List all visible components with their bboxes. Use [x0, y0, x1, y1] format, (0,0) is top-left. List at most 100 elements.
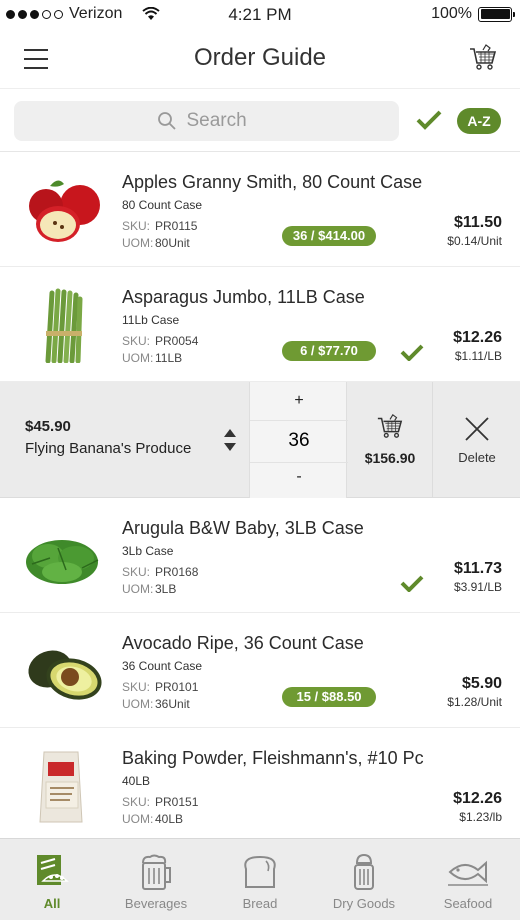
search-bar[interactable]	[14, 101, 399, 141]
item-pack-size: 40LB	[122, 774, 151, 788]
item-unit-price: $3.91/LB	[453, 580, 502, 594]
quantity-stepper: + -	[249, 382, 348, 498]
sku-label: SKU:	[122, 795, 151, 809]
stepper-divider	[250, 420, 348, 421]
item-uom: UOM: 40LB	[122, 812, 183, 826]
avocado-thumbnail	[28, 650, 102, 700]
cart-total: $156.90	[364, 450, 416, 466]
item-pack-size: 11Lb Case	[122, 313, 180, 327]
item-uom: UOM: 36Unit	[122, 697, 190, 711]
increment-button[interactable]: +	[250, 392, 348, 416]
category-tab-bar: All Beverages Bread Dry Goods Seafood	[0, 838, 520, 920]
list-item[interactable]: Baking Powder, Fleishmann's, #10 Pc 40LB…	[0, 728, 520, 843]
uom-value: 11LB	[155, 351, 183, 365]
salt-shaker-icon	[354, 853, 374, 890]
cart-icon	[377, 413, 403, 438]
item-price: $5.90	[461, 675, 502, 692]
sku-label: SKU:	[122, 219, 151, 233]
page-title: Order Guide	[193, 44, 327, 71]
tab-label: Dry Goods	[332, 896, 396, 911]
tab-beverages[interactable]: Beverages	[104, 839, 208, 920]
uom-label: UOM:	[122, 351, 154, 365]
uom-value: 3LB	[155, 582, 177, 596]
tab-dry-goods[interactable]: Dry Goods	[312, 839, 416, 920]
arugula-thumbnail	[26, 540, 99, 584]
vendor-selector[interactable]: $45.90 Flying Banana's Produce	[0, 382, 248, 498]
uom-label: UOM:	[122, 697, 154, 711]
item-uom: UOM: 3LB	[122, 582, 176, 596]
item-price: $12.26	[453, 790, 502, 807]
item-pack-size: 80 Count Case	[122, 198, 203, 212]
checkmark-icon[interactable]	[400, 343, 424, 361]
tab-label: Seafood	[443, 896, 493, 911]
vendor-order-panel: $45.90 Flying Banana's Produce + -	[0, 382, 520, 498]
sku-label: SKU:	[122, 334, 151, 348]
item-pack-size: 36 Count Case	[122, 659, 203, 673]
uom-value: 36Unit	[155, 697, 190, 711]
battery-status: 100%	[431, 5, 515, 23]
item-sku: SKU: PR0168	[122, 565, 198, 579]
order-guide-list: Apples Granny Smith, 80 Count Case 80 Co…	[0, 152, 520, 843]
tab-all[interactable]: All	[0, 839, 104, 920]
up-down-arrows-icon[interactable]	[223, 428, 237, 452]
item-pack-size: 3Lb Case	[122, 544, 174, 558]
tab-bread[interactable]: Bread	[208, 839, 312, 920]
item-unit-price: $1.28/Unit	[447, 695, 502, 709]
item-unit-price: $1.23/lb	[459, 810, 502, 824]
cart-icon[interactable]	[468, 42, 498, 72]
order-quantity-badge: 15 / $88.50	[282, 687, 376, 707]
item-unit-price: $1.11/LB	[454, 349, 502, 363]
uom-label: UOM:	[122, 236, 154, 250]
baking-powder-bag-thumbnail	[39, 751, 83, 823]
checked-filter-icon[interactable]	[416, 109, 442, 131]
item-name: Apples Granny Smith, 80 Count Case	[122, 172, 423, 192]
item-price: $11.50	[453, 214, 502, 231]
sku-value: PR0115	[155, 219, 198, 233]
sku-value: PR0101	[155, 680, 199, 694]
decrement-button[interactable]: -	[250, 468, 348, 492]
sku-label: SKU:	[122, 680, 151, 694]
uom-value: 80Unit	[155, 236, 190, 250]
add-to-cart-button[interactable]: $156.90	[348, 382, 432, 498]
item-name: Arugula B&W Baby, 3LB Case	[122, 518, 364, 538]
quantity-input[interactable]	[250, 426, 348, 456]
item-sku: SKU: PR0101	[122, 680, 198, 694]
item-name: Baking Powder, Fleishmann's, #10 Pc	[122, 748, 424, 768]
search-row: A-Z	[0, 88, 520, 152]
item-sku: SKU: PR0054	[122, 334, 198, 348]
delete-button[interactable]: Delete	[432, 382, 520, 498]
item-sku: SKU: PR0151	[122, 795, 198, 809]
sku-value: PR0054	[155, 334, 199, 348]
sort-az-button[interactable]: A-Z	[457, 108, 501, 134]
tab-label: All	[43, 896, 61, 911]
uom-label: UOM:	[122, 812, 154, 826]
stepper-divider	[250, 462, 348, 463]
list-item[interactable]: Avocado Ripe, 36 Count Case 36 Count Cas…	[0, 613, 520, 728]
list-item[interactable]: Asparagus Jumbo, 11LB Case 11Lb Case SKU…	[0, 267, 520, 382]
asparagus-thumbnail	[45, 288, 83, 363]
beer-mug-icon	[142, 854, 171, 890]
close-icon	[465, 417, 489, 441]
sku-label: SKU:	[122, 565, 151, 579]
item-price: $12.26	[453, 329, 502, 346]
fish-icon	[448, 860, 488, 886]
item-price: $11.73	[453, 560, 502, 577]
sku-value: PR0168	[155, 565, 199, 579]
uom-label: UOM:	[122, 582, 154, 596]
list-item[interactable]: Arugula B&W Baby, 3LB Case 3Lb Case SKU:…	[0, 498, 520, 613]
tab-label: Bread	[242, 896, 278, 911]
search-input[interactable]	[186, 110, 257, 132]
bread-icon	[244, 855, 276, 888]
item-name: Avocado Ripe, 36 Count Case	[122, 633, 364, 653]
list-item[interactable]: Apples Granny Smith, 80 Count Case 80 Co…	[0, 152, 520, 267]
order-quantity-badge: 36 / $414.00	[282, 226, 376, 246]
tab-seafood[interactable]: Seafood	[416, 839, 520, 920]
status-bar: Verizon 4:21 PM 100%	[0, 0, 520, 30]
order-quantity-badge: 6 / $77.70	[282, 341, 376, 361]
uom-value: 40LB	[155, 812, 184, 826]
vendor-name: Flying Banana's Produce	[25, 440, 192, 457]
item-name: Asparagus Jumbo, 11LB Case	[122, 287, 365, 307]
checkmark-icon[interactable]	[400, 574, 424, 592]
delete-label: Delete	[458, 450, 496, 465]
all-icon	[37, 855, 69, 885]
